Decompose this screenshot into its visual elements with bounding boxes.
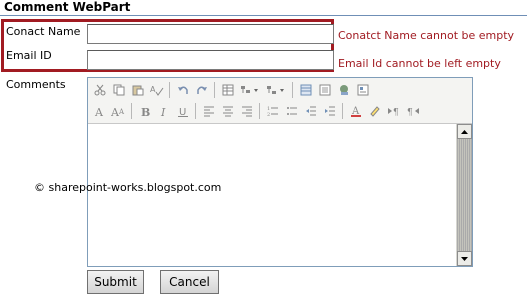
increase-indent-icon[interactable] [320,102,339,120]
vertical-scrollbar[interactable] [456,124,472,266]
ltr-icon[interactable]: ¶ [384,102,403,120]
scroll-up-arrow-icon[interactable] [457,124,472,139]
bulleted-list-icon[interactable] [282,102,301,120]
email-error: Email Id cannot be left empty [338,57,501,70]
toolbar-separator [214,82,215,98]
contact-name-label: Conact Name [6,25,81,38]
email-label: Email ID [6,49,52,62]
svg-text:A: A [150,85,156,94]
submit-button[interactable]: Submit [87,270,144,294]
contact-name-error: Conatct Name cannot be empty [338,29,515,42]
copyright-watermark: © sharepoint-works.blogspot.com [34,181,222,194]
toolbar-separator [259,103,260,119]
cut-icon[interactable] [90,81,109,99]
paste-icon[interactable] [128,81,147,99]
comments-textarea[interactable] [88,124,456,266]
table-options-icon[interactable] [237,81,263,99]
align-center-icon[interactable] [218,102,237,120]
align-right-icon[interactable] [237,102,256,120]
table-icon[interactable] [218,81,237,99]
italic-icon[interactable]: I [154,102,173,120]
decrease-indent-icon[interactable] [301,102,320,120]
svg-text:A: A [118,108,125,116]
title-rule [0,15,527,16]
svg-text:U: U [179,107,186,117]
svg-text:A: A [94,106,104,117]
font-icon[interactable]: A [90,102,109,120]
toolbar-separator [195,103,196,119]
copy-icon[interactable] [109,81,128,99]
source-icon[interactable] [353,81,372,99]
svg-text:¶: ¶ [407,108,413,117]
insert-image-icon[interactable] [334,81,353,99]
toolbar-separator [169,82,170,98]
scrollbar-thumb[interactable] [457,139,472,251]
spellcheck-icon[interactable]: A [147,81,166,99]
undo-icon[interactable] [173,81,192,99]
align-left-icon[interactable] [199,102,218,120]
email-input[interactable] [87,50,334,70]
comments-label: Comments [6,78,66,91]
editor-toolbar: A A AA B I U 12 A ¶ ¶ [88,78,472,124]
bold-icon[interactable]: B [135,102,154,120]
svg-text:I: I [160,106,166,117]
toolbar-separator [342,103,343,119]
text-color-icon[interactable]: A [346,102,365,120]
svg-text:¶: ¶ [393,108,399,117]
scroll-down-arrow-icon[interactable] [457,251,472,266]
highlight-icon[interactable] [365,102,384,120]
svg-text:2: 2 [267,112,270,117]
redo-icon[interactable] [192,81,211,99]
numbered-list-icon[interactable]: 12 [263,102,282,120]
webpart-title: Comment WebPart [4,0,131,14]
svg-text:B: B [141,106,150,117]
contact-name-input[interactable] [87,24,334,44]
insert-table-icon[interactable] [296,81,315,99]
list-options-icon[interactable] [263,81,289,99]
toolbar-row-2: A AA B I U 12 A ¶ ¶ [90,101,422,121]
toolbar-row-1: A [90,80,372,100]
rich-text-editor: A A AA B I U 12 A ¶ ¶ [87,77,473,267]
toolbar-separator [131,103,132,119]
underline-icon[interactable]: U [173,102,192,120]
cancel-button[interactable]: Cancel [160,270,219,294]
rtl-icon[interactable]: ¶ [403,102,422,120]
font-size-icon[interactable]: AA [109,102,128,120]
show-borders-icon[interactable] [315,81,334,99]
toolbar-separator [292,82,293,98]
